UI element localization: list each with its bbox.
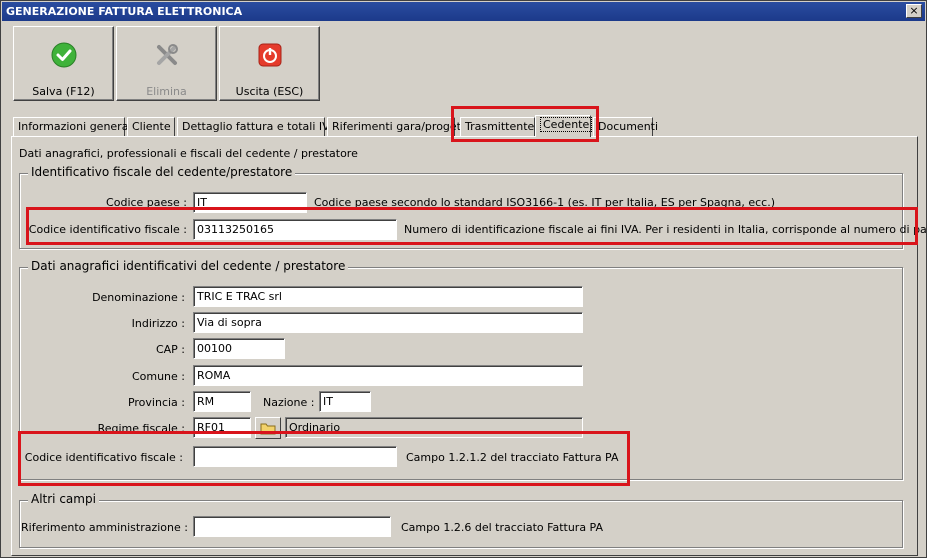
riferimento-amministrazione-field[interactable]: [193, 516, 391, 537]
window: GENERAZIONE FATTURA ELETTRONICA × Salva …: [0, 0, 927, 558]
nazione-field[interactable]: IT: [319, 391, 371, 412]
riferimento-amministrazione-label: Riferimento amministrazione :: [21, 521, 188, 534]
codice-paese-hint: Codice paese secondo lo standard ISO3166…: [314, 196, 776, 209]
close-button[interactable]: ×: [906, 4, 922, 18]
codice-id-fiscale-hint: Numero di identificazione fiscale ai fin…: [404, 223, 927, 236]
group-identificativo-fiscale-title: Identificativo fiscale del cedente/prest…: [28, 165, 296, 179]
regime-fiscale-label: Regime fiscale :: [97, 422, 185, 435]
codice-paese-label: Codice paese :: [106, 196, 187, 209]
codice-id-fiscale-label: Codice identificativo fiscale :: [28, 223, 187, 236]
denominazione-field[interactable]: TRIC E TRAC srl: [193, 286, 583, 307]
tab-trasmittente[interactable]: Trasmittente: [460, 117, 535, 136]
codice-paese-field[interactable]: IT: [193, 192, 307, 213]
tab-informazioni-generali[interactable]: Informazioni generali: [13, 117, 135, 136]
tab-documenti[interactable]: Documenti: [593, 117, 658, 136]
comune-field[interactable]: ROMA: [193, 365, 583, 386]
delete-label: Elimina: [146, 85, 187, 98]
cap-field[interactable]: 00100: [193, 338, 285, 359]
nazione-label: Nazione :: [263, 396, 315, 409]
exit-button[interactable]: Uscita (ESC): [219, 26, 320, 101]
tab-cedente[interactable]: Cedente: [535, 115, 593, 137]
power-icon: [258, 43, 282, 67]
comune-label: Comune :: [131, 370, 185, 383]
group-identificativo-fiscale: [19, 173, 903, 249]
delete-tools-icon: [157, 44, 178, 65]
save-button[interactable]: Salva (F12): [13, 26, 114, 101]
cedente-codice-id-hint: Campo 1.2.1.2 del tracciato Fattura PA: [406, 451, 619, 464]
indirizzo-label: Indirizzo :: [131, 317, 185, 330]
indirizzo-field[interactable]: Via di sopra: [193, 312, 583, 333]
codice-id-fiscale-field[interactable]: 03113250165: [193, 219, 397, 240]
provincia-field[interactable]: RM: [193, 391, 251, 412]
panel-intro: Dati anagrafici, professionali e fiscali…: [19, 147, 358, 160]
denominazione-label: Denominazione :: [92, 291, 185, 304]
cedente-codice-id-field[interactable]: [193, 446, 397, 467]
regime-picker-button[interactable]: [255, 417, 281, 439]
regime-fiscale-description: Ordinario: [285, 417, 583, 438]
group-altri-campi-title: Altri campi: [28, 492, 99, 506]
folder-icon: [260, 423, 276, 435]
tab-riferimenti-gara[interactable]: Riferimenti gara/progetto: [327, 117, 472, 136]
regime-fiscale-field[interactable]: RF01: [193, 417, 251, 438]
riferimento-amministrazione-hint: Campo 1.2.6 del tracciato Fattura PA: [401, 521, 604, 534]
cedente-codice-id-label: Codice identificativo fiscale :: [24, 451, 183, 464]
title-bar: GENERAZIONE FATTURA ELETTRONICA ×: [2, 2, 925, 21]
tab-cliente[interactable]: Cliente: [127, 117, 175, 136]
group-dati-anagrafici-title: Dati anagrafici identificativi del ceden…: [28, 259, 349, 273]
delete-button[interactable]: Elimina: [116, 26, 217, 101]
save-label: Salva (F12): [32, 85, 95, 98]
checkmark-icon: [51, 42, 77, 68]
tab-dettaglio-fattura[interactable]: Dettaglio fattura e totali IVA: [177, 117, 336, 136]
window-title: GENERAZIONE FATTURA ELETTRONICA: [6, 5, 243, 18]
provincia-label: Provincia :: [127, 396, 185, 409]
cap-label: CAP :: [155, 343, 185, 356]
exit-label: Uscita (ESC): [235, 85, 304, 98]
